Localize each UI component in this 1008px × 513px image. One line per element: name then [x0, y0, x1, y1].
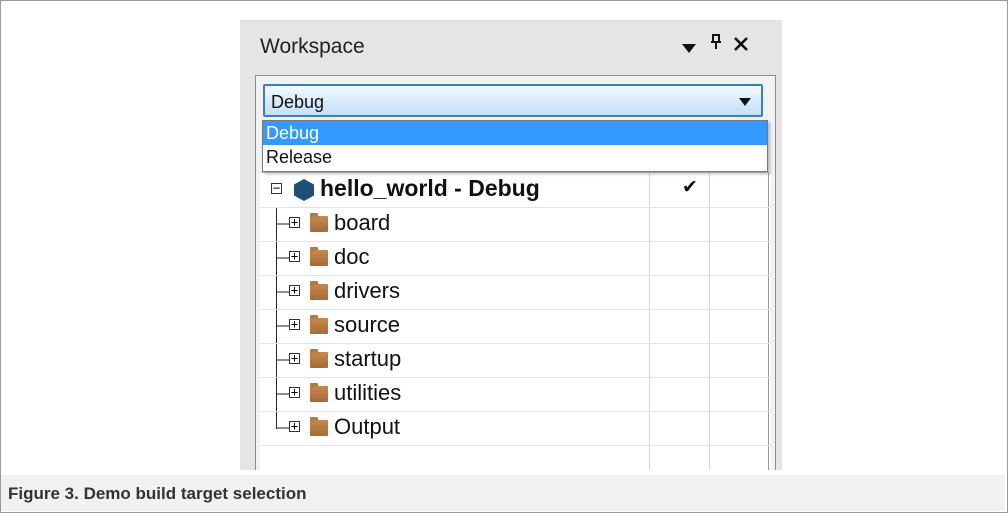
folder-icon [310, 213, 328, 232]
folder-icon [310, 417, 328, 436]
tree-root-row[interactable]: − hello_world - Debug ✔ [260, 173, 771, 208]
build-config-dropdown: Debug Release [262, 120, 768, 172]
folder-icon [310, 247, 328, 266]
expand-icon[interactable]: + [289, 250, 300, 262]
tree-item-label: doc [334, 244, 370, 269]
pin-icon[interactable] [710, 34, 722, 55]
folder-icon [310, 349, 328, 368]
tree-row-startup[interactable]: + startup [260, 343, 771, 378]
workspace-screenshot: Workspace Debug Debug Release − hello_wo… [240, 20, 782, 470]
tree-item-label: drivers [334, 278, 401, 303]
tree-item-label: utilities [334, 380, 402, 405]
folder-icon [310, 315, 328, 334]
expand-icon[interactable]: + [289, 284, 300, 296]
build-config-value: Debug [271, 92, 325, 112]
collapse-icon[interactable]: − [271, 182, 282, 194]
folder-icon [310, 383, 328, 402]
close-icon[interactable] [734, 35, 748, 56]
tree-row-output[interactable]: + Output [260, 411, 771, 446]
tree-row-board[interactable]: + board [260, 207, 771, 242]
project-label: hello_world - Debug [320, 175, 540, 201]
option-debug[interactable]: Debug [263, 121, 767, 145]
option-release[interactable]: Release [263, 145, 767, 169]
tree-item-label: Output [334, 414, 401, 439]
tree-item-label: source [334, 312, 401, 337]
workspace-title: Workspace [260, 35, 365, 58]
tree-row-utilities[interactable]: + utilities [260, 377, 771, 412]
project-tree: − hello_world - Debug ✔ + board + doc + … [260, 172, 771, 470]
expand-icon[interactable]: + [289, 318, 300, 330]
folder-icon [310, 281, 328, 300]
build-config-select[interactable]: Debug [263, 84, 763, 117]
tree-row-source[interactable]: + source [260, 309, 771, 344]
expand-icon[interactable]: + [289, 216, 300, 228]
expand-icon[interactable]: + [289, 386, 300, 398]
tree-row-drivers[interactable]: + drivers [260, 275, 771, 310]
tree-row-doc[interactable]: + doc [260, 241, 771, 276]
tree-item-label: board [334, 210, 391, 235]
chevron-down-icon[interactable] [739, 98, 751, 106]
caption-text: Figure 3. Demo build target selection [8, 484, 307, 503]
expand-icon[interactable]: + [289, 352, 300, 364]
workspace-header: Workspace [240, 20, 782, 70]
dropdown-arrow-icon[interactable] [682, 38, 696, 59]
project-icon [294, 179, 314, 201]
figure-caption: Figure 3. Demo build target selection [1, 475, 1005, 511]
tree-item-label: startup [334, 346, 402, 371]
expand-icon[interactable]: + [289, 420, 300, 432]
checkmark-icon: ✔ [682, 177, 698, 198]
workspace-body: Debug Debug Release − hello_world - Debu… [255, 75, 776, 470]
